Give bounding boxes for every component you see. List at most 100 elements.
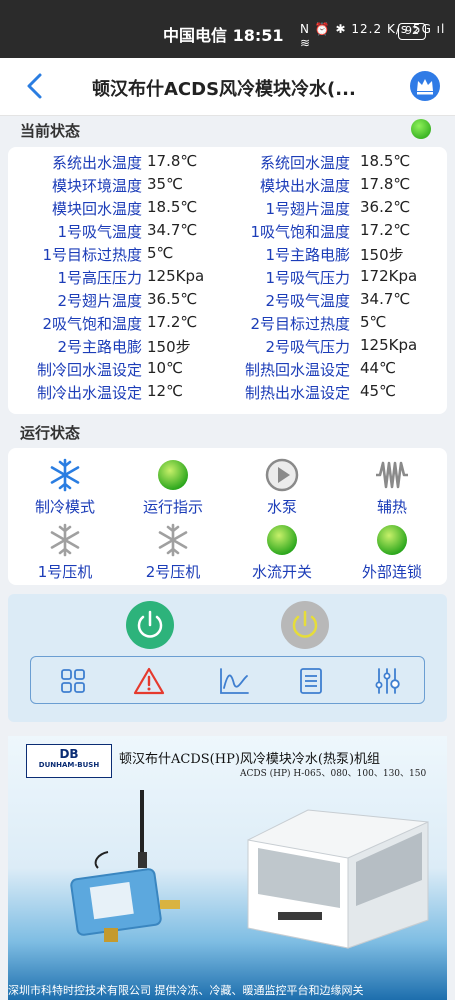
param-value: 17.2℃ <box>147 313 198 331</box>
run-item-label: 水泵 <box>266 498 297 516</box>
online-indicator <box>411 119 431 139</box>
heater-icon <box>376 461 408 489</box>
run-item-label: 2号压机 <box>145 563 201 581</box>
line-chart-icon <box>220 668 249 694</box>
dunham-bush-logo: DB DUNHAM-BUSH <box>26 744 112 778</box>
power-on-button[interactable] <box>126 601 174 649</box>
status-icons: N ⏰ ✱ 12.2 K/s 5G ıl ≋ <box>300 22 446 50</box>
status-row: 1号高压压力 125Kpa 1号吸气压力 172Kpa <box>8 267 447 290</box>
battery-indicator: 92 <box>398 23 426 40</box>
param-label: 2吸气饱和温度 <box>42 315 142 333</box>
run-item-label: 1号压机 <box>37 563 93 581</box>
param-label: 1号吸气压力 <box>265 269 350 287</box>
param-label: 1号翅片温度 <box>265 200 350 218</box>
param-value: 125Kpa <box>360 336 418 354</box>
run-item-cooling-mode: 制冷模式 <box>10 458 120 517</box>
run-item-aux-heat: 辅热 <box>337 458 447 517</box>
warning-icon <box>133 667 165 695</box>
param-value: 125Kpa <box>147 267 205 285</box>
settings-button[interactable] <box>371 666 403 696</box>
param-label: 2号翅片温度 <box>57 292 142 310</box>
control-panel <box>8 594 447 722</box>
power-icon <box>137 610 163 638</box>
run-item-label: 外部连锁 <box>361 563 422 581</box>
param-label: 模块出水温度 <box>259 177 350 195</box>
run-item-water-pump: 水泵 <box>227 458 337 517</box>
status-row: 2号主路电膨 150步 2号吸气压力 125Kpa <box>8 336 447 359</box>
document-list-icon <box>300 668 322 694</box>
current-status-title: 当前状态 <box>20 122 81 140</box>
param-value: 44℃ <box>360 359 396 377</box>
function-toolbar <box>30 656 425 704</box>
logo-bottom-text: DUNHAM-BUSH <box>38 761 100 769</box>
crown-button[interactable] <box>410 71 440 101</box>
status-row: 制冷回水温设定 10℃ 制热回水温设定 44℃ <box>8 359 447 382</box>
param-label: 2号吸气温度 <box>265 292 350 310</box>
param-value: 34.7℃ <box>360 290 411 308</box>
grid-button[interactable] <box>57 666 89 696</box>
snowflake-icon <box>158 523 188 557</box>
status-row: 系统出水温度 17.8℃ 系统回水温度 18.5℃ <box>8 152 447 175</box>
param-value: 5℃ <box>147 244 174 262</box>
param-label: 制热回水温设定 <box>244 361 350 379</box>
alarm-button[interactable] <box>133 666 165 696</box>
current-status-card: 系统出水温度 17.8℃ 系统回水温度 18.5℃ 模块环境温度 35℃ 模块出水温度 17… <box>8 147 447 414</box>
param-label: 系统回水温度 <box>259 154 350 172</box>
status-bar: 中国电信 18:51 N ⏰ ✱ 12.2 K/s 5G ıl ≋ 92 <box>0 0 455 58</box>
log-button[interactable] <box>295 666 327 696</box>
param-value: 36.2℃ <box>360 198 411 216</box>
param-value: 10℃ <box>147 359 183 377</box>
param-label: 1号吸气温度 <box>57 223 142 241</box>
chiller-unit-image <box>247 809 429 949</box>
run-item-label: 制冷模式 <box>34 498 95 516</box>
sliders-icon <box>375 668 400 694</box>
param-label: 2号吸气压力 <box>265 338 350 356</box>
param-label: 制冷回水温设定 <box>36 361 142 379</box>
run-status-card: 制冷模式 运行指示 水泵 辅热 1号压机 2号压机 水流开关 外部连锁 <box>8 448 447 585</box>
snowflake-icon <box>50 523 80 557</box>
param-label: 模块环境温度 <box>51 177 142 195</box>
param-label: 1号主路电膨 <box>265 246 350 264</box>
crown-icon <box>417 79 433 95</box>
param-value: 34.7℃ <box>147 221 198 239</box>
param-value: 18.5℃ <box>147 198 198 216</box>
param-label: 制冷出水温设定 <box>36 384 142 402</box>
status-row: 模块回水温度 18.5℃ 1号翅片温度 36.2℃ <box>8 198 447 221</box>
power-off-button[interactable] <box>281 601 329 649</box>
product-banner[interactable]: DB DUNHAM-BUSH 顿汉布什ACDS(HP)风冷模块冷水(热泵)机组 … <box>8 736 447 1000</box>
snowflake-icon <box>50 458 80 492</box>
status-row: 2号翅片温度 36.5℃ 2号吸气温度 34.7℃ <box>8 290 447 313</box>
status-row: 2吸气饱和温度 17.2℃ 2号目标过热度 5℃ <box>8 313 447 336</box>
status-row: 1号目标过热度 5℃ 1号主路电膨 150步 <box>8 244 447 267</box>
green-light-icon <box>267 525 297 555</box>
carrier-time: 中国电信 18:51 <box>163 26 284 45</box>
param-value: 36.5℃ <box>147 290 198 308</box>
run-item-run-indicator: 运行指示 <box>118 458 228 517</box>
status-row: 制冷出水温设定 12℃ 制热出水温设定 45℃ <box>8 382 447 405</box>
run-item-compressor-1: 1号压机 <box>10 523 120 582</box>
param-label: 系统出水温度 <box>51 154 142 172</box>
back-button[interactable] <box>22 71 50 101</box>
green-light-icon <box>377 525 407 555</box>
run-item-external-interlock: 外部连锁 <box>337 523 447 582</box>
param-value: 150步 <box>360 246 404 264</box>
page-title: 顿汉布什ACDS风冷模块冷水(... <box>92 79 356 100</box>
param-label: 1吸气饱和温度 <box>250 223 350 241</box>
logo-top-text: DB <box>59 747 79 761</box>
param-label: 2号主路电膨 <box>57 338 142 356</box>
param-label: 模块回水温度 <box>51 200 142 218</box>
param-label: 2号目标过热度 <box>250 315 350 333</box>
status-row: 1号吸气温度 34.7℃ 1吸气饱和温度 17.2℃ <box>8 221 447 244</box>
param-label: 1号目标过热度 <box>42 246 142 264</box>
grid-icon <box>61 669 85 693</box>
param-value: 150步 <box>147 338 191 356</box>
chevron-left-icon <box>27 73 42 99</box>
param-label: 制热出水温设定 <box>244 384 350 402</box>
status-row: 模块环境温度 35℃ 模块出水温度 17.8℃ <box>8 175 447 198</box>
green-light-icon <box>158 460 188 490</box>
run-item-flow-switch: 水流开关 <box>227 523 337 582</box>
app-header: 顿汉布什ACDS风冷模块冷水(... <box>0 58 455 116</box>
param-label: 1号高压压力 <box>57 269 142 287</box>
trend-button[interactable] <box>218 666 250 696</box>
param-value: 35℃ <box>147 175 183 193</box>
